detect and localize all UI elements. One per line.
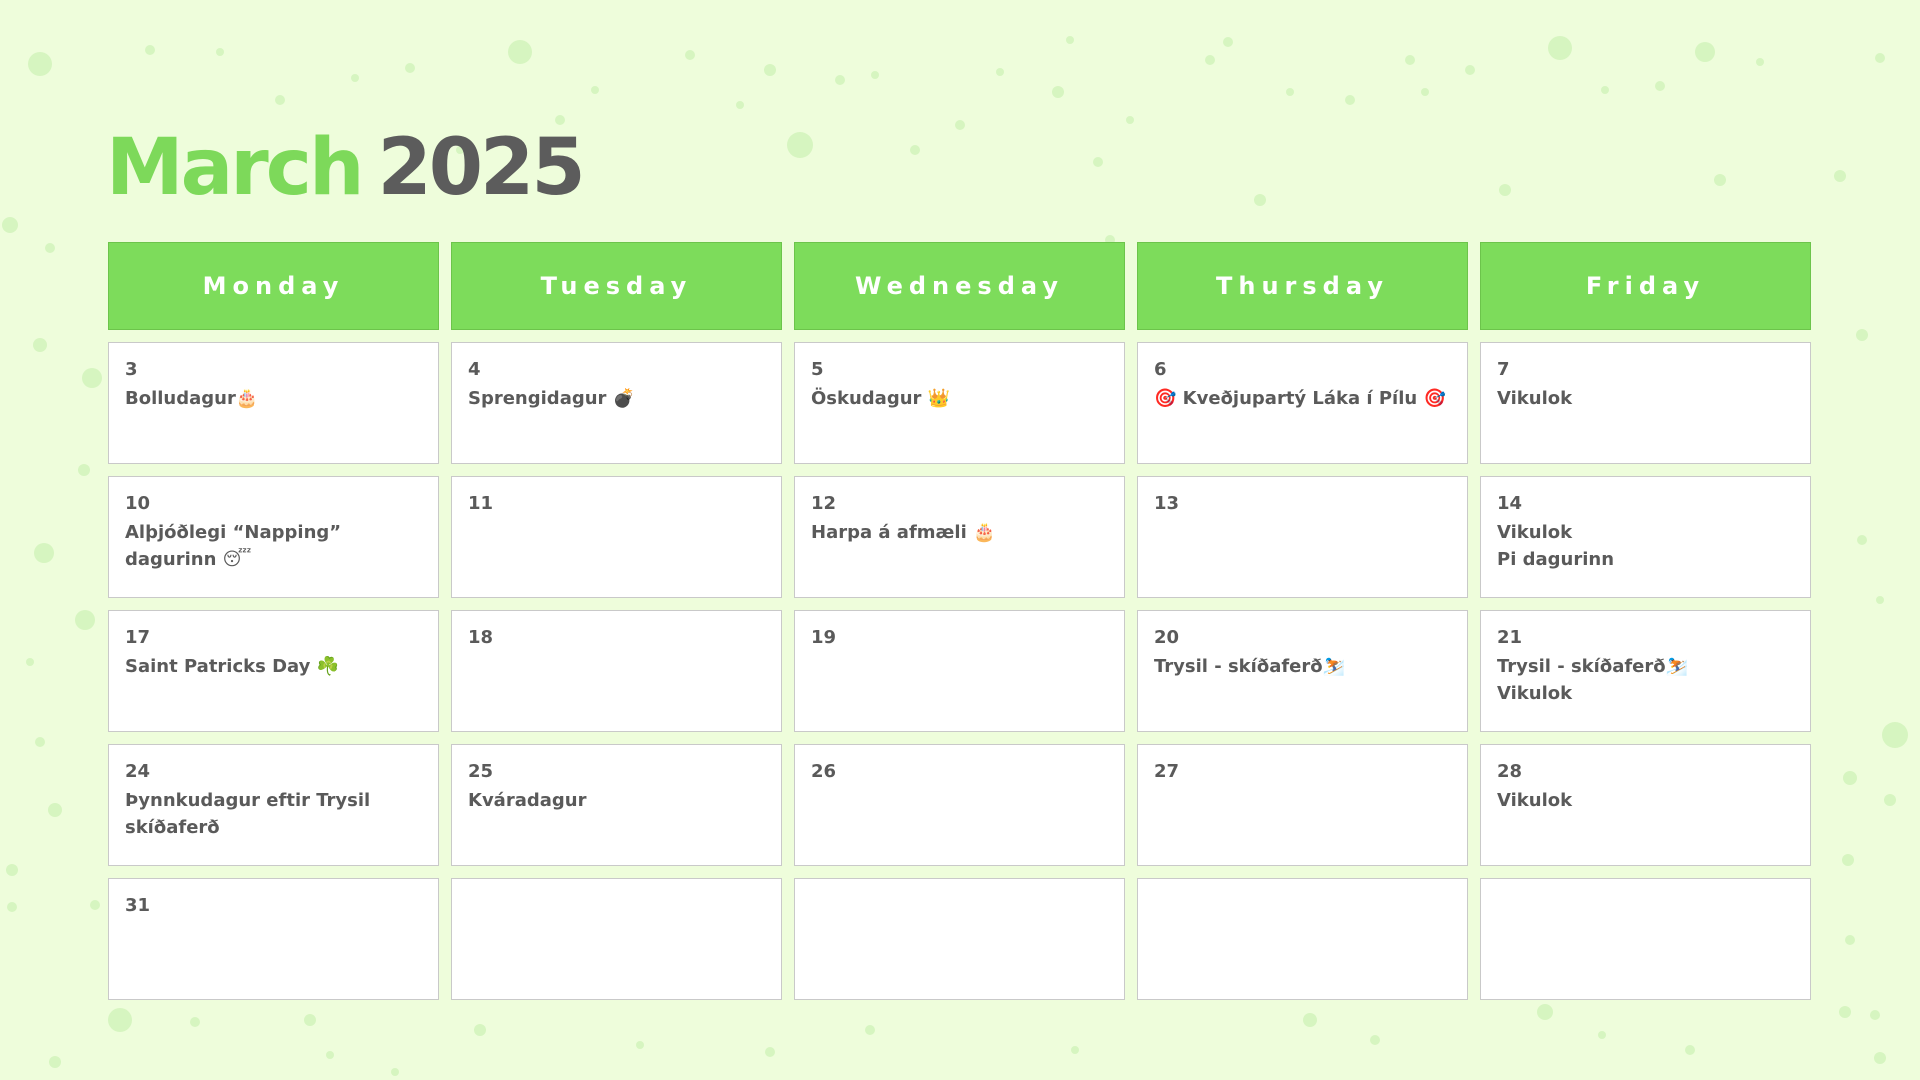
event-label: Alþjóðlegi “Napping” dagurinn 😴 [125, 522, 342, 570]
day-number: 26 [811, 761, 837, 782]
calendar-day-cell[interactable]: 21 Trysil - skíðaferð⛷️ Vikulok [1480, 610, 1811, 732]
day-number: 17 [125, 627, 151, 648]
calendar-day-cell[interactable]: 24 Þynnkudagur eftir Trysil skíðaferð [108, 744, 439, 866]
calendar-day-cell-empty[interactable] [1137, 878, 1468, 1000]
calendar-day-cell[interactable]: 20 Trysil - skíðaferð⛷️ [1137, 610, 1468, 732]
calendar-day-cell[interactable]: 13 [1137, 476, 1468, 598]
weekday-header-thursday: Thursday [1137, 242, 1468, 330]
event-label: Vikulok [1497, 388, 1573, 409]
day-number: 20 [1154, 627, 1180, 648]
calendar-day-cell[interactable]: 7 Vikulok [1480, 342, 1811, 464]
calendar-day-cell[interactable]: 5 Öskudagur 👑 [794, 342, 1125, 464]
calendar-day-cell-empty[interactable] [1480, 878, 1811, 1000]
day-number: 5 [811, 359, 824, 380]
day-number: 7 [1497, 359, 1510, 380]
day-number: 11 [468, 493, 494, 514]
calendar-day-cell[interactable]: 14 Vikulok Pi dagurinn [1480, 476, 1811, 598]
title-month: March [106, 123, 364, 213]
title-year: 2025 [377, 123, 586, 213]
calendar-grid: 3 Bolludagur🎂 4 Sprengidagur 💣 5 Öskudag… [108, 342, 1812, 1000]
calendar-day-cell[interactable]: 18 [451, 610, 782, 732]
event-label: Saint Patricks Day ☘️ [125, 656, 340, 677]
event-label: Bolludagur🎂 [125, 388, 259, 409]
event-label: Vikulok [1497, 790, 1573, 811]
day-number: 4 [468, 359, 481, 380]
day-number: 31 [125, 895, 151, 916]
event-label: Kváradagur [468, 790, 587, 811]
weekday-header-tuesday: Tuesday [451, 242, 782, 330]
weekday-header-monday: Monday [108, 242, 439, 330]
calendar-day-cell-empty[interactable] [451, 878, 782, 1000]
day-number: 19 [811, 627, 837, 648]
calendar-day-cell[interactable]: 6 🎯 Kveðjupartý Láka í Pílu 🎯 [1137, 342, 1468, 464]
calendar-day-cell[interactable]: 3 Bolludagur🎂 [108, 342, 439, 464]
weekday-header-wednesday: Wednesday [794, 242, 1125, 330]
weekday-header-row: Monday Tuesday Wednesday Thursday Friday [108, 242, 1812, 330]
day-number: 6 [1154, 359, 1167, 380]
event-label: Vikulok [1497, 683, 1573, 704]
day-number: 21 [1497, 627, 1523, 648]
event-label: Sprengidagur 💣 [468, 388, 636, 409]
calendar-day-cell[interactable]: 28 Vikulok [1480, 744, 1811, 866]
calendar-day-cell[interactable]: 10 Alþjóðlegi “Napping” dagurinn 😴 [108, 476, 439, 598]
event-label: Vikulok [1497, 522, 1573, 543]
day-number: 14 [1497, 493, 1523, 514]
day-number: 18 [468, 627, 494, 648]
calendar-day-cell[interactable]: 26 [794, 744, 1125, 866]
calendar-day-cell[interactable]: 11 [451, 476, 782, 598]
event-label: Trysil - skíðaferð⛷️ [1154, 656, 1346, 677]
event-label: Öskudagur 👑 [811, 388, 951, 409]
day-number: 3 [125, 359, 138, 380]
day-number: 25 [468, 761, 494, 782]
day-number: 27 [1154, 761, 1180, 782]
event-label: Pi dagurinn [1497, 549, 1615, 570]
day-number: 12 [811, 493, 837, 514]
calendar-day-cell[interactable]: 19 [794, 610, 1125, 732]
day-number: 10 [125, 493, 151, 514]
day-number: 13 [1154, 493, 1180, 514]
calendar-day-cell[interactable]: 27 [1137, 744, 1468, 866]
day-number: 28 [1497, 761, 1523, 782]
calendar-day-cell[interactable]: 17 Saint Patricks Day ☘️ [108, 610, 439, 732]
event-label: Harpa á afmæli 🎂 [811, 522, 996, 543]
event-label: Þynnkudagur eftir Trysil skíðaferð [125, 790, 371, 838]
event-label: 🎯 Kveðjupartý Láka í Pílu 🎯 [1154, 388, 1446, 409]
calendar-day-cell[interactable]: 31 [108, 878, 439, 1000]
calendar-day-cell-empty[interactable] [794, 878, 1125, 1000]
calendar-day-cell[interactable]: 25 Kváradagur [451, 744, 782, 866]
calendar-day-cell[interactable]: 4 Sprengidagur 💣 [451, 342, 782, 464]
day-number: 24 [125, 761, 151, 782]
page-title: March 2025 [106, 118, 586, 218]
event-label: Trysil - skíðaferð⛷️ [1497, 656, 1689, 677]
weekday-header-friday: Friday [1480, 242, 1811, 330]
calendar-day-cell[interactable]: 12 Harpa á afmæli 🎂 [794, 476, 1125, 598]
